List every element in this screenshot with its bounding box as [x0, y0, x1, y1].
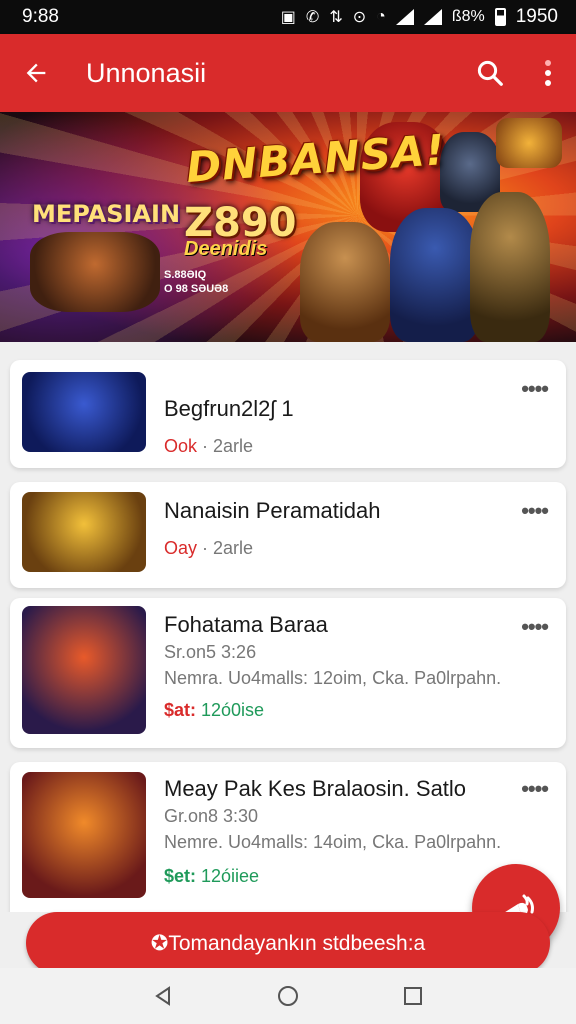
item-schedule: Sr.on5 3:26 — [164, 642, 257, 662]
item-list: Begfrun2l2ʃ 1 Ook · 2arle •••• Nanaisin … — [0, 342, 576, 912]
system-nav-bar — [0, 968, 576, 1024]
nav-back-button[interactable] — [143, 976, 183, 1016]
nav-back-icon — [154, 986, 170, 1006]
item-thumbnail — [22, 492, 146, 572]
banner-character — [300, 222, 390, 342]
banner-character — [470, 192, 550, 342]
nav-recents-icon — [404, 987, 423, 1005]
banner-left-title: MEPASIAIN — [32, 200, 181, 228]
item-schedule: Gr.on8 3:30 — [164, 806, 259, 826]
phone-icon: ✆ — [305, 9, 320, 26]
item-thumbnail — [22, 606, 146, 734]
alarm-icon: ⊙ — [352, 9, 367, 26]
item-price: $et: 12óiiee — [164, 866, 260, 886]
status-clock-right: 1950 — [515, 6, 558, 27]
list-item[interactable]: Begfrun2l2ʃ 1 Ook · 2arle •••• — [10, 360, 566, 468]
more-vert-icon[interactable] — [520, 34, 576, 112]
status-time: 9:88 — [22, 6, 59, 27]
item-menu-button[interactable]: •••• — [521, 376, 549, 402]
item-title: Meay Pak Kes Bralaosin. Satlo — [164, 776, 467, 801]
banner-price-sub: Deenidis — [184, 238, 268, 260]
item-meta: Oay · 2arle — [164, 538, 254, 558]
item-title: Begfrun2l2ʃ 1 — [164, 396, 294, 421]
app-bar: Unnonasii — [0, 34, 576, 112]
nav-home-button[interactable] — [268, 976, 308, 1016]
item-details: Nemre. Uo4malls: 14oim, Cka. Pa0lrpahn. — [164, 832, 502, 852]
item-title: Fohatama Baraa — [164, 612, 328, 637]
item-menu-button[interactable]: •••• — [521, 776, 549, 802]
item-thumbnail — [22, 772, 146, 898]
nav-recents-button[interactable] — [393, 976, 433, 1016]
item-menu-button[interactable]: •••• — [521, 498, 549, 524]
list-item[interactable]: Nanaisin Peramatidah Oay · 2arle •••• — [10, 482, 566, 588]
item-menu-button[interactable]: •••• — [521, 614, 549, 640]
search-icon — [477, 60, 503, 86]
banner-small-text: S.88ƏIQ O 98 SƏUƏ8 — [164, 269, 229, 295]
banner-character — [30, 232, 160, 312]
nav-home-icon — [277, 986, 298, 1006]
sync-icon: ⇅ — [329, 9, 343, 26]
notification-icon: ▣ — [280, 9, 296, 26]
arrow-left-icon — [26, 63, 46, 83]
search-button[interactable] — [460, 34, 520, 112]
signal-icon — [395, 9, 414, 25]
status-icons: ▣ ✆ ⇅ ⊙ ◔ ß8% 1950 — [281, 6, 558, 28]
page-title: Unnonasii — [86, 57, 207, 88]
promo-banner[interactable]: DNBANSA! MEPASIAIN Z890 Deenidis S.88ƏIQ… — [0, 112, 576, 342]
signal-icon-2 — [423, 9, 442, 25]
list-item[interactable]: Fohatama Baraa Sr.on5 3:26 Nemra. Uo4mal… — [10, 598, 566, 748]
banner-character — [390, 208, 480, 342]
status-bar: 9:88 ▣ ✆ ⇅ ⊙ ◔ ß8% 1950 — [0, 0, 576, 34]
item-thumbnail — [22, 372, 146, 452]
primary-cta-button[interactable]: ✪Tomandayankın stdbeesh:a — [26, 912, 550, 974]
battery-icon — [494, 8, 506, 26]
back-button[interactable] — [0, 34, 72, 112]
item-details: Nemra. Uo4malls: 12oim, Cka. Pa0lrpahn. — [164, 668, 502, 688]
item-title: Nanaisin Peramatidah — [164, 498, 381, 523]
banner-logo — [496, 118, 562, 168]
item-price: $at: 12ó0ise — [164, 700, 265, 720]
battery-percent: ß8% — [451, 8, 485, 25]
wifi-icon: ◔ — [376, 8, 386, 25]
item-meta: Ook · 2arle — [164, 436, 254, 456]
